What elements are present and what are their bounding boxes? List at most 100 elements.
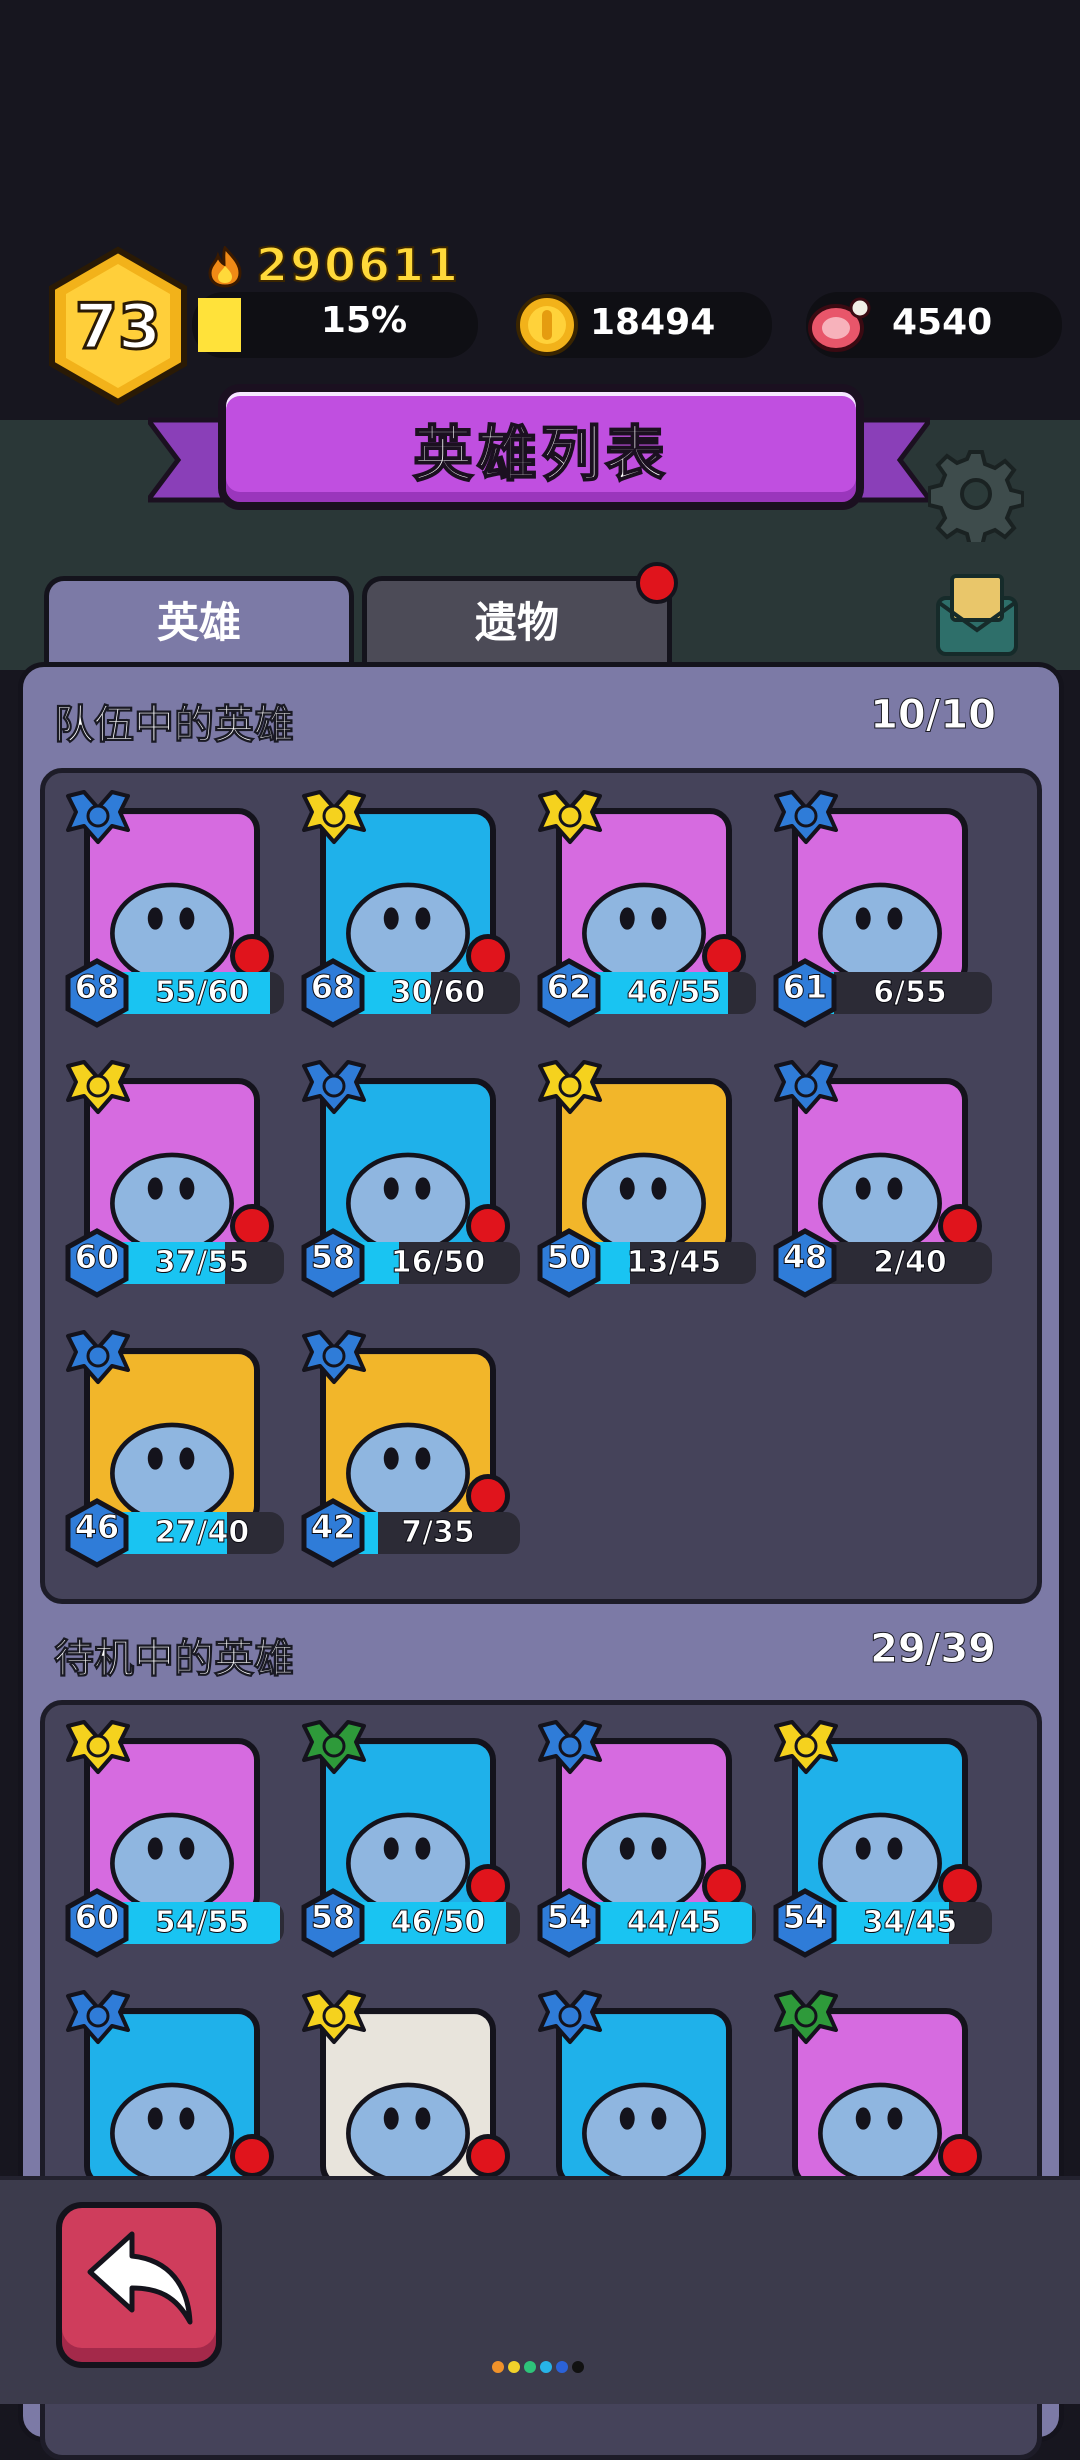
hero-shard-progress: 7/35: [401, 1515, 476, 1551]
rank-gold-icon: [298, 1986, 370, 2054]
hero-shard-bar: 16/50: [342, 1242, 520, 1284]
reserve-section-title: 待机中的英雄: [54, 1636, 295, 1683]
rank-blue-icon: [62, 1326, 134, 1394]
rank-green-icon: [770, 1986, 842, 2054]
hero-level: 42: [310, 1508, 356, 1547]
hero-card[interactable]: 46/55 62: [534, 786, 774, 1056]
hero-shard-progress: 2/40: [873, 1245, 948, 1281]
hero-shard-bar: 44/45: [578, 1902, 756, 1944]
hero-shard-progress: 46/55: [626, 975, 722, 1011]
hero-level: 46: [74, 1508, 120, 1547]
xp-bar-fill: [198, 298, 241, 352]
hero-shard-bar: 6/55: [814, 972, 992, 1014]
back-arrow-icon: [87, 2231, 193, 2325]
hero-shard-bar: 46/50: [342, 1902, 520, 1944]
hero-level: 60: [74, 1238, 120, 1277]
hero-shard-progress: 27/40: [154, 1515, 250, 1551]
hero-card[interactable]: 13/45 50: [534, 1056, 774, 1326]
hero-shard-bar: 46/55: [578, 972, 756, 1014]
hero-card[interactable]: 46/50 58: [298, 1716, 538, 1986]
meat-icon: [808, 297, 871, 352]
page-indicator: [492, 2361, 584, 2373]
team-section-title: 队伍中的英雄: [54, 702, 295, 749]
hero-shard-bar: 2/40: [814, 1242, 992, 1284]
hero-card[interactable]: 16/50 58: [298, 1056, 538, 1326]
hero-card[interactable]: 7/35 42: [298, 1326, 538, 1596]
tab-heroes[interactable]: 英雄: [44, 576, 354, 666]
flame-icon: [208, 246, 242, 288]
xp-percent: 15%: [320, 300, 408, 341]
rank-gold-icon: [770, 1716, 842, 1784]
hero-level: 61: [782, 968, 828, 1007]
page-dot: [508, 2361, 520, 2373]
hero-shard-progress: 54/55: [154, 1905, 250, 1941]
hero-shard-bar: 27/40: [106, 1512, 284, 1554]
hero-shard-progress: 13/45: [626, 1245, 722, 1281]
hero-level: 60: [74, 1898, 120, 1937]
hero-card[interactable]: 37/55 60: [62, 1056, 302, 1326]
hero-notification-dot: [230, 2134, 274, 2178]
hero-shard-progress: 44/45: [626, 1905, 722, 1941]
rank-blue-icon: [62, 786, 134, 854]
hero-card[interactable]: 27/40 46: [62, 1326, 302, 1596]
hero-notification-dot: [466, 2134, 510, 2178]
gear-icon[interactable]: [928, 446, 1024, 542]
gold-coin-icon: [516, 294, 578, 356]
rank-green-icon: [298, 1716, 370, 1784]
page-dot: [492, 2361, 504, 2373]
rank-blue-icon: [770, 1056, 842, 1124]
hero-shard-bar: 13/45: [578, 1242, 756, 1284]
hero-shard-progress: 46/50: [390, 1905, 486, 1941]
gold-amount: 18494: [590, 302, 716, 343]
hero-level: 58: [310, 1238, 356, 1277]
team-count: 10/10: [870, 692, 997, 739]
rank-blue-icon: [534, 1716, 606, 1784]
power-score: 290611: [255, 237, 461, 293]
hero-card[interactable]: 44/45 54: [534, 1716, 774, 1986]
hero-card[interactable]: 34/45 54: [770, 1716, 1010, 1986]
rank-gold-icon: [298, 786, 370, 854]
rank-blue-icon: [298, 1326, 370, 1394]
page-dot: [524, 2361, 536, 2373]
hero-shard-bar: 54/55: [106, 1902, 284, 1944]
rank-gold-icon: [534, 1056, 606, 1124]
hero-level: 68: [310, 968, 356, 1007]
hero-shard-bar: 55/60: [106, 972, 284, 1014]
rank-gold-icon: [534, 786, 606, 854]
rank-gold-icon: [62, 1716, 134, 1784]
hero-notification-dot: [938, 2134, 982, 2178]
hero-shard-progress: 6/55: [873, 975, 948, 1011]
hero-shard-bar: 37/55: [106, 1242, 284, 1284]
rank-blue-icon: [298, 1056, 370, 1124]
hero-shard-bar: 7/35: [342, 1512, 520, 1554]
rank-blue-icon: [62, 1986, 134, 2054]
hero-level: 68: [74, 968, 120, 1007]
hero-level: 54: [782, 1898, 828, 1937]
page-dot: [572, 2361, 584, 2373]
hero-shard-progress: 55/60: [154, 975, 250, 1011]
hero-card[interactable]: 55/60 68: [62, 786, 302, 1056]
player-level: 73: [73, 289, 162, 365]
hero-card[interactable]: 30/60 68: [298, 786, 538, 1056]
page-title: 英雄列表: [412, 419, 669, 491]
mail-icon[interactable]: [930, 568, 1024, 660]
hero-shard-progress: 16/50: [390, 1245, 486, 1281]
page-dot: [540, 2361, 552, 2373]
hero-card[interactable]: 6/55 61: [770, 786, 1010, 1056]
hero-shard-progress: 37/55: [154, 1245, 250, 1281]
tab-relics[interactable]: 遗物: [362, 576, 672, 666]
hero-level: 50: [546, 1238, 592, 1277]
hero-shard-progress: 34/45: [862, 1905, 958, 1941]
relics-notification-dot: [636, 562, 678, 604]
hero-shard-bar: 34/45: [814, 1902, 992, 1944]
hero-card[interactable]: 2/40 48: [770, 1056, 1010, 1326]
rank-gold-icon: [62, 1056, 134, 1124]
hero-card[interactable]: 54/55 60: [62, 1716, 302, 1986]
hero-shard-bar: 30/60: [342, 972, 520, 1014]
hero-level: 58: [310, 1898, 356, 1937]
hero-shard-progress: 30/60: [390, 975, 486, 1011]
hero-level: 62: [546, 968, 592, 1007]
page-dot: [556, 2361, 568, 2373]
hero-level: 48: [782, 1238, 828, 1277]
rank-blue-icon: [770, 786, 842, 854]
